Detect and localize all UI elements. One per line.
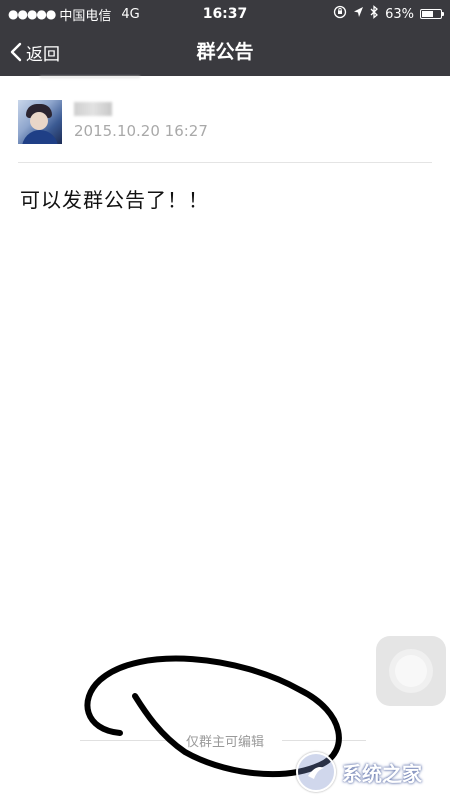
page-title: 群公告 xyxy=(196,41,254,63)
announcement-content: 可以发群公告了！！ xyxy=(20,188,209,212)
bluetooth-icon xyxy=(370,5,379,23)
chevron-left-icon xyxy=(10,42,22,62)
location-arrow-icon xyxy=(353,6,364,22)
rotation-lock-icon xyxy=(333,5,347,23)
avatar[interactable] xyxy=(18,100,62,144)
battery-icon xyxy=(420,9,444,19)
announcement-timestamp: 2015.10.20 16:27 xyxy=(74,122,208,140)
network-type: 4G xyxy=(121,6,140,22)
nav-shadow xyxy=(40,76,140,79)
back-button-label: 返回 xyxy=(26,44,60,65)
carrier-name: 中国电信 xyxy=(59,8,112,24)
edit-permission-note: 仅群主可编辑 xyxy=(185,735,264,750)
navigation-bar: 返回 群公告 xyxy=(0,28,450,76)
status-right: 63% xyxy=(333,0,444,28)
divider xyxy=(18,162,432,163)
status-left: ●●●●● 中国电信 4G xyxy=(8,0,140,28)
author-name-blurred xyxy=(74,102,112,116)
battery-fill xyxy=(422,11,434,17)
signal-strength-icon: ●●●●● xyxy=(8,7,56,21)
announcement-author: 2015.10.20 16:27 xyxy=(18,100,438,146)
back-button[interactable]: 返回 xyxy=(10,28,60,76)
watermark-text: 系统之家 xyxy=(342,761,422,786)
battery-percent: 63% xyxy=(385,6,414,22)
status-bar: ●●●●● 中国电信 4G 16:37 63% xyxy=(0,0,450,28)
watermark-icon xyxy=(296,752,336,792)
watermark-logo: 系统之家 xyxy=(296,750,446,794)
assistive-touch-icon[interactable] xyxy=(376,636,446,706)
